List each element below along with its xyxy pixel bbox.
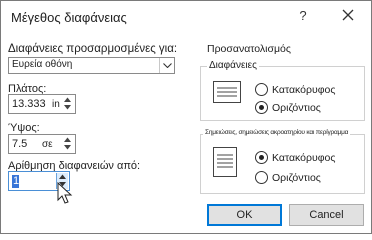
portrait-page-icon [213, 147, 237, 177]
chevron-down-icon [163, 63, 172, 68]
width-value: 13.333 [12, 98, 46, 110]
slides-orientation-label: Διαφάνειες [207, 60, 259, 71]
numbering-value: 1 [13, 175, 20, 187]
notes-landscape-label: Οριζόντιος [272, 172, 321, 184]
notes-portrait-radio[interactable] [255, 151, 268, 164]
caret-up-icon [59, 174, 66, 179]
caret-down-icon [64, 105, 71, 110]
slides-landscape-radio[interactable] [255, 101, 268, 114]
height-spinner[interactable]: 7.5 σε [8, 134, 76, 154]
close-icon [342, 9, 354, 21]
slides-landscape-label: Οριζόντιος [272, 102, 321, 114]
select-dropdown-arrow[interactable] [159, 58, 174, 73]
height-decrement-button[interactable] [62, 144, 74, 152]
landscape-slide-icon [213, 81, 241, 103]
mouse-pointer-icon [57, 182, 73, 204]
caret-up-icon [64, 97, 71, 102]
width-increment-button[interactable] [62, 96, 74, 104]
height-spin-buttons [62, 136, 74, 152]
caret-up-icon [64, 137, 71, 142]
slides-sized-for-value: Ευρεία οθόνη [12, 59, 73, 70]
height-unit: σε [42, 139, 53, 150]
notes-portrait-label: Κατακόρυφος [272, 152, 336, 164]
width-spin-buttons [62, 96, 74, 112]
numbering-increment-button[interactable] [57, 173, 69, 181]
width-decrement-button[interactable] [62, 104, 74, 112]
notes-orientation-label: Σημειώσεις, σημειώσεις ακροατηρίου και π… [203, 129, 351, 136]
slides-portrait-radio[interactable] [255, 83, 268, 96]
caret-down-icon [64, 145, 71, 150]
height-value: 7.5 [12, 138, 28, 150]
numbering-selection: 1 [12, 175, 19, 188]
notes-landscape-radio[interactable] [255, 171, 268, 184]
orientation-heading: Προσανατολισμός [207, 43, 291, 55]
height-label: Ύψος: [8, 122, 40, 134]
title-bar: Μέγεθος διαφάνειας ? [1, 1, 371, 35]
cancel-button[interactable]: Cancel [289, 204, 364, 226]
slides-portrait-label: Κατακόρυφος [272, 84, 336, 96]
dialog-title: Μέγεθος διαφάνειας [11, 10, 127, 25]
ok-button[interactable]: OK [207, 204, 282, 226]
height-increment-button[interactable] [62, 136, 74, 144]
width-spinner[interactable]: 13.333 in [8, 94, 76, 114]
help-button[interactable]: ? [291, 5, 315, 27]
slides-sized-for-label: Διαφάνειες προσαρμοσμένες για: [8, 43, 178, 55]
close-button[interactable] [335, 3, 361, 27]
slides-sized-for-select[interactable]: Ευρεία οθόνη [8, 57, 175, 74]
width-unit: in [52, 99, 60, 110]
slide-size-dialog: Μέγεθος διαφάνειας ? Διαφάνειες προσαρμο… [0, 0, 372, 234]
